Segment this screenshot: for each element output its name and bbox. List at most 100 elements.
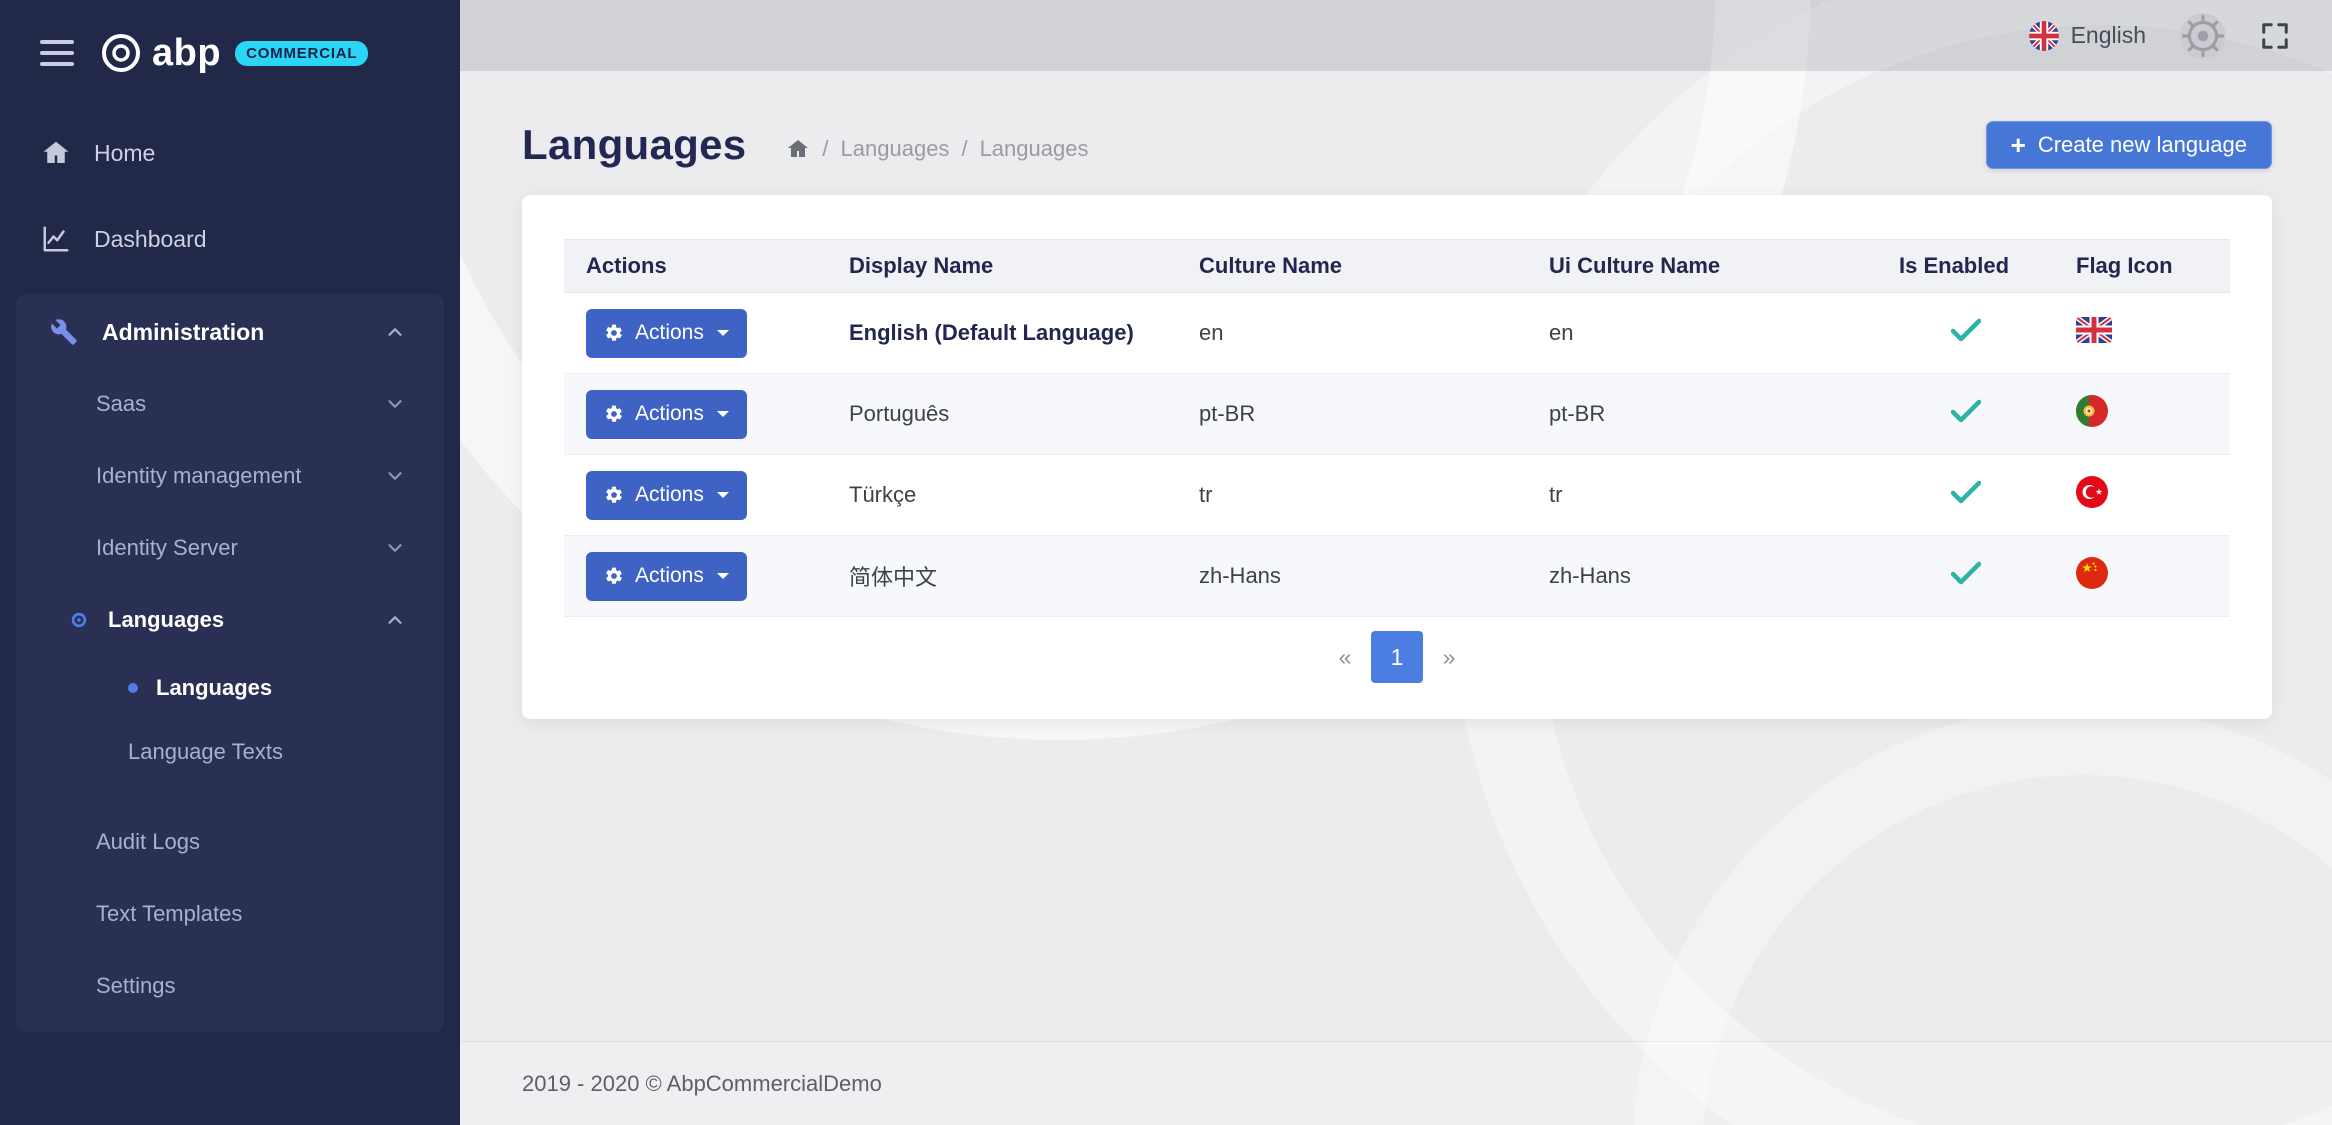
cell-ui-culture-name: tr bbox=[1527, 455, 1877, 536]
caret-down-icon bbox=[717, 492, 729, 498]
cell-ui-culture-name: en bbox=[1527, 293, 1877, 374]
breadcrumb-item[interactable]: Languages bbox=[841, 136, 950, 162]
chevron-down-icon bbox=[384, 537, 406, 559]
cell-ui-culture-name: pt-BR bbox=[1527, 374, 1877, 455]
row-actions-button[interactable]: Actions bbox=[586, 309, 747, 358]
sidebar-item-identity-management[interactable]: Identity management bbox=[16, 440, 444, 512]
chevron-up-icon bbox=[384, 609, 406, 631]
wrench-icon bbox=[48, 318, 80, 346]
gear-icon bbox=[604, 566, 624, 586]
menu-toggle-icon[interactable] bbox=[40, 40, 74, 66]
sidebar-item-audit-logs[interactable]: Audit Logs bbox=[16, 806, 444, 878]
languages-table: Actions Display Name Culture Name Ui Cul… bbox=[564, 239, 2230, 617]
administration-section: Administration Saas Identity management bbox=[16, 294, 444, 1032]
brand-logo[interactable]: abp COMMERCIAL bbox=[100, 32, 368, 75]
cell-is-enabled bbox=[1877, 293, 2054, 374]
column-header-is-enabled: Is Enabled bbox=[1877, 240, 2054, 293]
uk-flag-icon bbox=[2076, 317, 2112, 343]
sidebar-item-label: Administration bbox=[102, 319, 264, 346]
create-new-language-button[interactable]: + Create new language bbox=[1986, 121, 2272, 169]
cell-display-name: Português bbox=[827, 374, 1177, 455]
language-label: English bbox=[2071, 22, 2146, 49]
breadcrumb-item[interactable]: Languages bbox=[980, 136, 1089, 162]
pagination-page-1[interactable]: 1 bbox=[1371, 631, 1423, 683]
chevron-down-icon bbox=[384, 393, 406, 415]
row-actions-button[interactable]: Actions bbox=[586, 552, 747, 601]
row-actions-button[interactable]: Actions bbox=[586, 390, 747, 439]
row-actions-button[interactable]: Actions bbox=[586, 471, 747, 520]
create-button-label: Create new language bbox=[2038, 132, 2247, 158]
sidebar-item-languages-child[interactable]: Languages bbox=[16, 656, 444, 720]
sidebar-item-dashboard[interactable]: Dashboard bbox=[0, 196, 460, 282]
sidebar-item-label: Home bbox=[94, 140, 155, 167]
brand-badge: COMMERCIAL bbox=[235, 41, 368, 66]
home-icon[interactable] bbox=[786, 137, 810, 161]
copyright-text: 2019 - 2020 © AbpCommercialDemo bbox=[522, 1071, 882, 1097]
sidebar-item-languages[interactable]: Languages bbox=[16, 584, 444, 656]
footer: 2019 - 2020 © AbpCommercialDemo bbox=[460, 1041, 2332, 1125]
breadcrumb-separator: / bbox=[961, 136, 967, 162]
cell-display-name: 简体中文 bbox=[827, 536, 1177, 617]
cell-display-name: English (Default Language) bbox=[827, 293, 1177, 374]
chevron-up-icon bbox=[384, 321, 406, 343]
sidebar-menu: Home Dashboard Administration bbox=[0, 106, 460, 1032]
sidebar-item-saas[interactable]: Saas bbox=[16, 368, 444, 440]
cell-flag bbox=[2054, 455, 2230, 536]
actions-button-label: Actions bbox=[635, 402, 704, 426]
check-icon bbox=[1951, 480, 1981, 504]
portugal-flag-icon bbox=[2076, 395, 2108, 427]
abp-logo-icon bbox=[100, 32, 142, 74]
caret-down-icon bbox=[717, 573, 729, 579]
sidebar-item-language-texts[interactable]: Language Texts bbox=[16, 720, 444, 784]
fullscreen-icon[interactable] bbox=[2260, 21, 2290, 51]
sidebar-item-label: Dashboard bbox=[94, 226, 207, 253]
check-icon bbox=[1951, 318, 1981, 342]
chart-icon bbox=[40, 224, 72, 254]
cell-is-enabled bbox=[1877, 536, 2054, 617]
languages-table-card: Actions Display Name Culture Name Ui Cul… bbox=[522, 195, 2272, 719]
sidebar-item-label: Audit Logs bbox=[96, 829, 200, 855]
main-area: English Languages bbox=[460, 0, 2332, 1125]
cell-flag bbox=[2054, 293, 2230, 374]
sidebar-item-label: Settings bbox=[96, 973, 176, 999]
sidebar-item-home[interactable]: Home bbox=[0, 110, 460, 196]
brand-name: abp bbox=[152, 32, 221, 75]
table-row: Actions Türkçe tr tr bbox=[564, 455, 2230, 536]
china-flag-icon bbox=[2076, 557, 2108, 589]
bullet-dot-icon bbox=[128, 683, 138, 693]
cell-actions: Actions bbox=[564, 374, 827, 455]
cell-ui-culture-name: zh-Hans bbox=[1527, 536, 1877, 617]
plus-icon: + bbox=[2011, 132, 2026, 158]
check-icon bbox=[1951, 399, 1981, 423]
pagination-prev[interactable]: « bbox=[1319, 631, 1371, 683]
cell-culture-name: pt-BR bbox=[1177, 374, 1527, 455]
ring-icon bbox=[70, 611, 88, 629]
gear-icon bbox=[604, 485, 624, 505]
user-avatar[interactable] bbox=[2180, 13, 2226, 59]
sidebar-item-settings[interactable]: Settings bbox=[16, 950, 444, 1022]
sidebar: abp COMMERCIAL Home Dashboard bbox=[0, 0, 460, 1125]
cell-actions: Actions bbox=[564, 536, 827, 617]
sidebar-item-text-templates[interactable]: Text Templates bbox=[16, 878, 444, 950]
sidebar-item-administration[interactable]: Administration bbox=[16, 296, 444, 368]
pagination-next[interactable]: » bbox=[1423, 631, 1475, 683]
cell-flag bbox=[2054, 374, 2230, 455]
cell-culture-name: en bbox=[1177, 293, 1527, 374]
app-root: abp COMMERCIAL Home Dashboard bbox=[0, 0, 2332, 1125]
language-selector[interactable]: English bbox=[2029, 21, 2146, 51]
topbar: English bbox=[460, 0, 2332, 71]
chevron-down-icon bbox=[384, 465, 406, 487]
table-row: Actions Português pt-BR pt-BR bbox=[564, 374, 2230, 455]
column-header-culture-name: Culture Name bbox=[1177, 240, 1527, 293]
menu-spacer bbox=[16, 784, 444, 806]
cell-is-enabled bbox=[1877, 455, 2054, 536]
sidebar-item-label: Languages bbox=[156, 675, 272, 701]
sidebar-item-label: Identity Server bbox=[96, 535, 238, 561]
sidebar-item-label: Saas bbox=[96, 391, 146, 417]
sidebar-item-identity-server[interactable]: Identity Server bbox=[16, 512, 444, 584]
breadcrumb-separator: / bbox=[822, 136, 828, 162]
gear-icon bbox=[604, 404, 624, 424]
table-row: Actions 简体中文 zh-Hans zh-Hans bbox=[564, 536, 2230, 617]
actions-button-label: Actions bbox=[635, 483, 704, 507]
check-icon bbox=[1951, 561, 1981, 585]
